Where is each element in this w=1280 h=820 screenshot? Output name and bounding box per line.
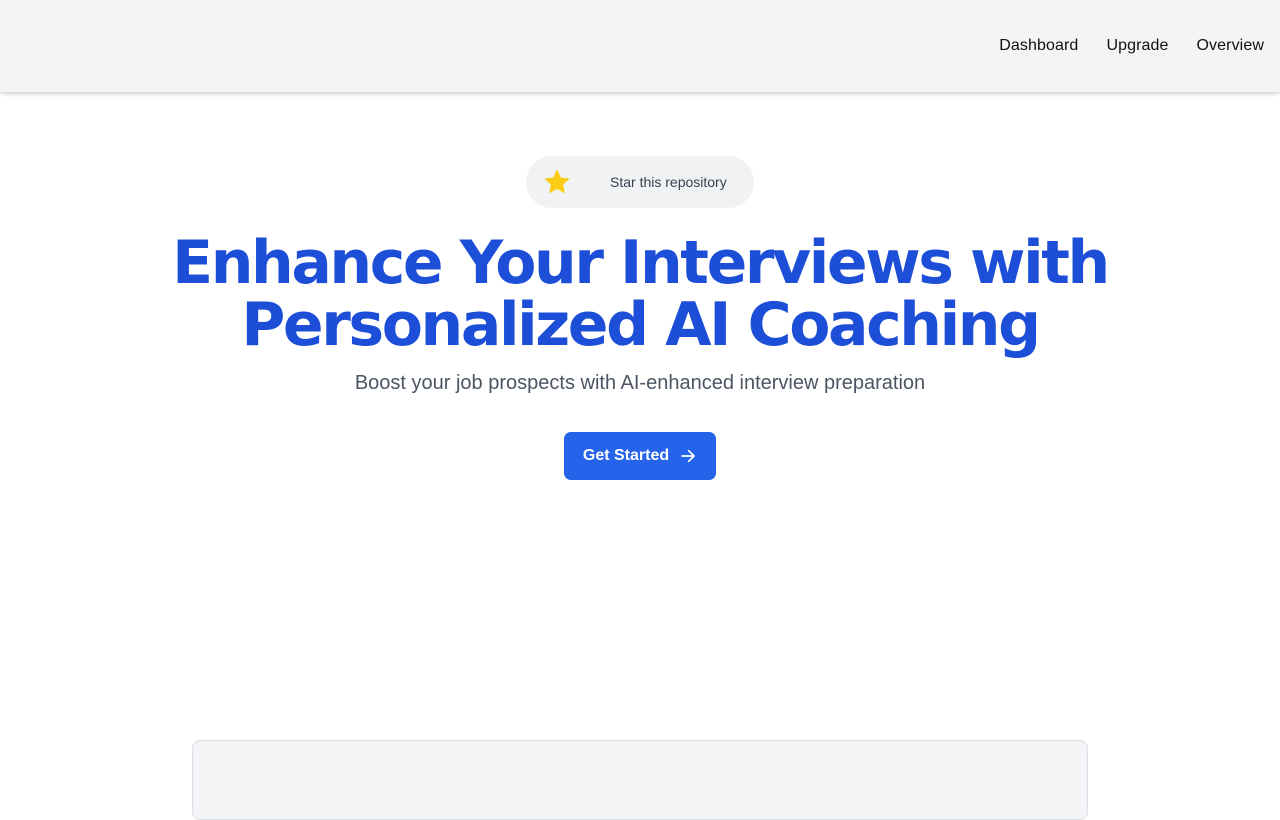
hero-subtitle: Boost your job prospects with AI-enhance…: [354, 372, 926, 394]
hero-headline-line-1: Enhance Your Interviews with: [172, 228, 1110, 298]
star-repository-button[interactable]: Star this repository: [526, 156, 754, 208]
hero-headline-line-2: Personalized AI Coaching: [241, 290, 1041, 360]
nav-link-dashboard[interactable]: Dashboard: [999, 37, 1078, 55]
get-started-button[interactable]: Get Started: [564, 432, 716, 480]
nav-link-overview[interactable]: Overview: [1197, 37, 1264, 55]
arrow-right-icon: [679, 447, 697, 465]
preview-card: [192, 740, 1088, 820]
nav-links: Dashboard Upgrade Overview: [999, 0, 1264, 92]
star-repository-label: Star this repository: [610, 174, 727, 190]
nav-link-upgrade[interactable]: Upgrade: [1106, 37, 1168, 55]
top-navbar: Dashboard Upgrade Overview: [0, 0, 1280, 92]
star-icon: [542, 167, 572, 197]
get-started-label: Get Started: [582, 447, 670, 464]
hero-headline: Enhance Your Interviews with Personalize…: [0, 232, 1280, 356]
